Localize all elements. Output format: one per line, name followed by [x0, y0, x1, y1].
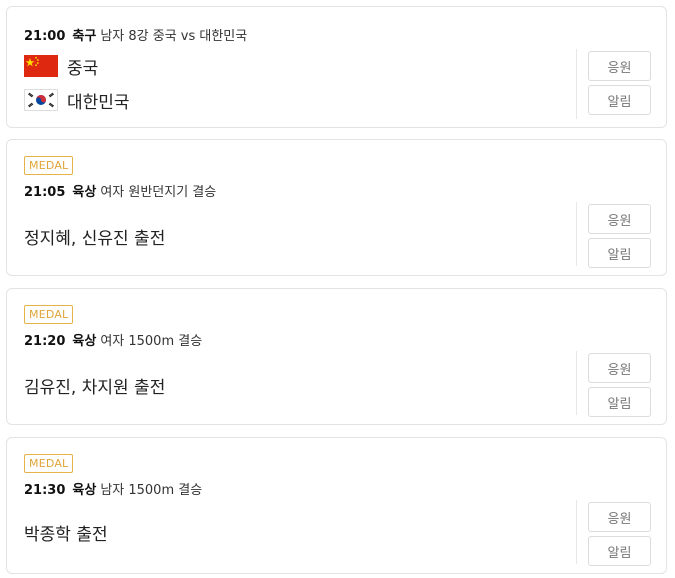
team-row-china: 중국 [24, 54, 99, 79]
korea-flag-icon [24, 89, 58, 111]
match-card-discus: MEDAL 21:05 육상 여자 원반던지기 결승 정지혜, 신유진 출전 응원 … [6, 139, 667, 276]
team-row-korea: 대한민국 [24, 88, 130, 113]
cheer-button[interactable]: 응원 [588, 502, 651, 532]
match-sport: 육상 [72, 334, 97, 349]
match-headline: 21:20 육상 여자 1500m 결승 [24, 330, 202, 349]
match-time: 21:00 [24, 29, 66, 44]
cheer-button[interactable]: 응원 [588, 353, 651, 383]
match-sport: 육상 [72, 483, 97, 498]
match-title: 여자 1500m 결승 [100, 334, 203, 349]
match-headline: 21:30 육상 남자 1500m 결승 [24, 479, 202, 498]
cheer-button[interactable]: 응원 [588, 204, 651, 234]
match-sport: 축구 [72, 29, 97, 44]
match-title: 남자 8강 중국 vs 대한민국 [100, 29, 248, 44]
cheer-button[interactable]: 응원 [588, 51, 651, 81]
match-sport: 육상 [72, 185, 97, 200]
players-text: 김유진, 차지원 출전 [24, 378, 166, 398]
players-text: 정지혜, 신유진 출전 [24, 229, 166, 249]
team-name: 대한민국 [67, 92, 130, 113]
match-card-1500m-men: MEDAL 21:30 육상 남자 1500m 결승 박종학 출전 응원 알림 [6, 437, 667, 574]
match-headline: 21:05 육상 여자 원반던지기 결승 [24, 181, 216, 200]
match-card-1500m-women: MEDAL 21:20 육상 여자 1500m 결승 김유진, 차지원 출전 응원 … [6, 288, 667, 425]
medal-badge: MEDAL [24, 454, 74, 473]
match-time: 21:30 [24, 483, 66, 498]
card-divider [576, 202, 577, 266]
alarm-button[interactable]: 알림 [588, 85, 651, 115]
card-divider [576, 49, 577, 119]
match-title: 남자 1500m 결승 [100, 483, 203, 498]
alarm-button[interactable]: 알림 [588, 536, 651, 566]
match-card-football: 21:00 축구 남자 8강 중국 vs 대한민국 중국 대한민국 응원 알림 [6, 6, 667, 128]
card-divider [576, 351, 577, 415]
match-headline: 21:00 축구 남자 8강 중국 vs 대한민국 [24, 25, 247, 44]
match-title: 여자 원반던지기 결승 [100, 185, 217, 200]
china-flag-icon [24, 55, 58, 77]
medal-badge: MEDAL [24, 305, 74, 324]
match-time: 21:20 [24, 334, 66, 349]
players-text: 박종학 출전 [24, 525, 108, 545]
card-divider [576, 500, 577, 564]
alarm-button[interactable]: 알림 [588, 238, 651, 268]
medal-badge: MEDAL [24, 156, 74, 175]
team-name: 중국 [67, 58, 99, 79]
alarm-button[interactable]: 알림 [588, 387, 651, 417]
match-time: 21:05 [24, 185, 66, 200]
